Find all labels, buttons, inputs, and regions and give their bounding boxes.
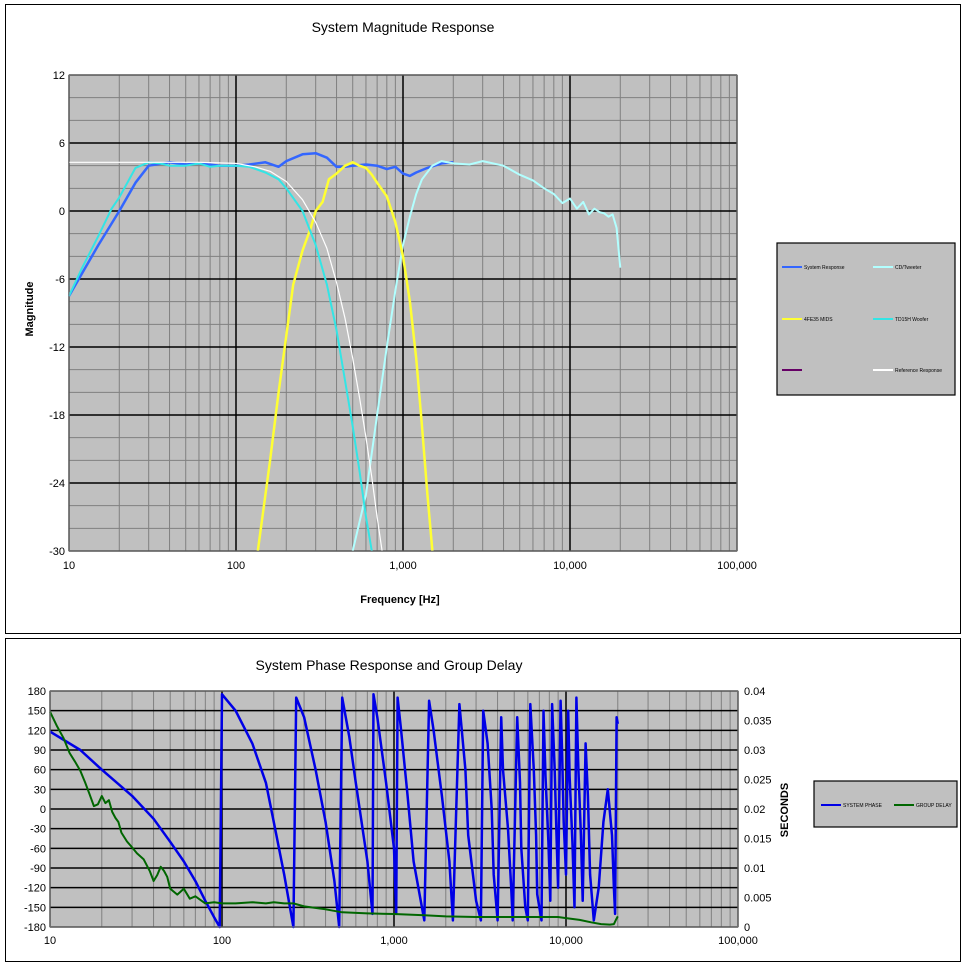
y-tick-label: -18 xyxy=(49,410,65,422)
legend-label: SYSTEM PHASE xyxy=(843,803,883,809)
y-tick-label: 150 xyxy=(28,706,46,718)
x-tick-label: 100,000 xyxy=(717,560,757,572)
y2-tick-label: 0 xyxy=(744,922,750,934)
y-tick-label: -120 xyxy=(24,883,46,895)
y-tick-label: -30 xyxy=(30,824,46,836)
x-tick-label: 100 xyxy=(227,560,245,572)
y-tick-label: 0 xyxy=(40,804,46,816)
x-tick-label: 1,000 xyxy=(380,935,408,947)
y2-tick-label: 0.02 xyxy=(744,804,765,816)
y-tick-label: -150 xyxy=(24,902,46,914)
y-tick-label: 12 xyxy=(53,70,65,82)
magnitude-legend: System Response CD/Tweeter 4FE35 MIDS TD15H… xyxy=(776,242,956,396)
y2-tick-label: 0.03 xyxy=(744,745,765,757)
y-tick-label: -12 xyxy=(49,342,65,354)
x-tick-label: 100 xyxy=(213,935,231,947)
phase-y-ticks: -180 -150 -120 -90 -60 -30 0 30 60 90 120 150 180 xyxy=(24,686,46,934)
y-tick-label: 120 xyxy=(28,725,46,737)
y-tick-label: 6 xyxy=(59,138,65,150)
x-tick-label: 10 xyxy=(44,935,56,947)
y-tick-label: -6 xyxy=(55,274,65,286)
y-tick-label: 0 xyxy=(59,206,65,218)
y-tick-label: 30 xyxy=(34,784,46,796)
phase-chart-title: System Phase Response and Group Delay xyxy=(256,657,523,673)
phase-chart: System Phase Response and Group Delay -1… xyxy=(24,657,958,947)
magnitude-x-ticks: 10 100 1,000 10,000 100,000 xyxy=(63,560,757,572)
magnitude-chart-frame: System Magnitude Response -30 -24 -18 -12 -6… xyxy=(5,4,961,634)
x-tick-label: 10,000 xyxy=(553,560,587,572)
magnitude-chart-title: System Magnitude Response xyxy=(312,19,495,35)
legend-label: CD/Tweeter xyxy=(895,265,922,271)
y-tick-label: -24 xyxy=(49,478,65,490)
y-tick-label: -30 xyxy=(49,546,65,558)
y2-tick-label: 0.015 xyxy=(744,834,772,846)
y2-tick-label: 0.04 xyxy=(744,686,765,698)
y2-tick-label: 0.01 xyxy=(744,863,765,875)
phase-chart-frame: System Phase Response and Group Delay -1… xyxy=(5,638,961,962)
magnitude-chart: System Magnitude Response -30 -24 -18 -12 -6… xyxy=(24,19,956,606)
legend-label: 4FE35 MIDS xyxy=(804,317,833,323)
legend-label: TD15H Woofer xyxy=(895,317,929,323)
phase-x-ticks: 10 100 1,000 10,000 100,000 xyxy=(44,935,758,947)
y-tick-label: 60 xyxy=(34,765,46,777)
legend-label: GROUP DELAY xyxy=(916,803,952,809)
x-tick-label: 100,000 xyxy=(718,935,758,947)
y-tick-label: -60 xyxy=(30,843,46,855)
y-tick-label: -90 xyxy=(30,863,46,875)
x-tick-label: 1,000 xyxy=(389,560,417,572)
y-tick-label: 180 xyxy=(28,686,46,698)
legend-label: Reference Response xyxy=(895,368,942,374)
magnitude-y-axis-label: Magnitude xyxy=(24,282,36,337)
phase-legend: SYSTEM PHASE GROUP DELAY xyxy=(813,780,958,828)
x-tick-label: 10 xyxy=(63,560,75,572)
y2-tick-label: 0.025 xyxy=(744,775,772,787)
x-tick-label: 10,000 xyxy=(549,935,583,947)
y2-tick-label: 0.035 xyxy=(744,716,772,728)
magnitude-y-ticks: -30 -24 -18 -12 -6 0 6 12 xyxy=(49,70,65,558)
y2-tick-label: 0.005 xyxy=(744,893,772,905)
magnitude-x-axis-label: Frequency [Hz] xyxy=(360,594,440,606)
delay-y2-axis-label: SECONDS xyxy=(779,783,791,837)
delay-y2-ticks: 0 0.005 0.01 0.015 0.02 0.025 0.03 0.035 0.04 xyxy=(744,686,772,934)
y-tick-label: -180 xyxy=(24,922,46,934)
legend-label: System Response xyxy=(804,265,845,271)
y-tick-label: 90 xyxy=(34,745,46,757)
